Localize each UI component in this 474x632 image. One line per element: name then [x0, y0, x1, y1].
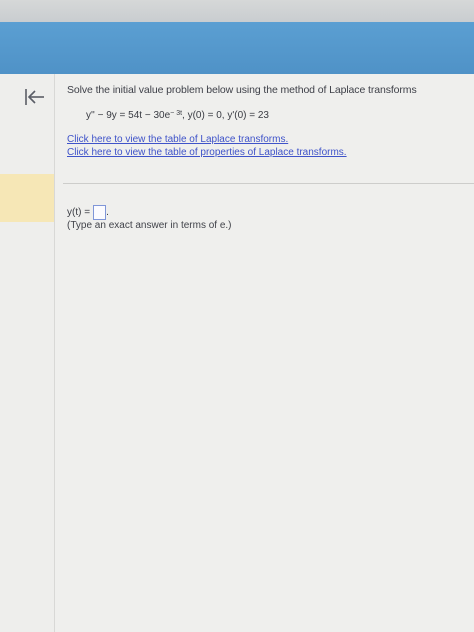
browser-top-strip — [0, 0, 474, 22]
equation-exponent: − 3t — [170, 110, 183, 117]
laplace-table-link[interactable]: Click here to view the table of Laplace … — [67, 134, 288, 145]
question-prompt: Solve the initial value problem below us… — [67, 84, 417, 96]
initial-conditions: , y(0) = 0, y'(0) = 23 — [182, 110, 269, 121]
header-banner — [0, 22, 474, 74]
collapse-panel-button[interactable] — [22, 86, 48, 108]
differential-equation: y'' − 9y = 54t − 30e− 3t, y(0) = 0, y'(0… — [86, 110, 269, 121]
answer-period: . — [106, 207, 109, 218]
answer-input[interactable] — [93, 205, 107, 220]
equation-lhs: y'' − 9y = 54t − 30e — [86, 110, 171, 121]
arrow-left-to-bar-icon — [25, 89, 44, 105]
answer-label: y(t) = — [67, 207, 91, 218]
current-question-marker — [0, 174, 54, 222]
answer-hint: (Type an exact answer in terms of e.) — [67, 220, 232, 231]
laplace-properties-link[interactable]: Click here to view the table of properti… — [67, 147, 347, 158]
question-sidebar — [0, 74, 55, 632]
section-divider — [63, 183, 474, 184]
answer-row: y(t) = . — [67, 205, 109, 220]
